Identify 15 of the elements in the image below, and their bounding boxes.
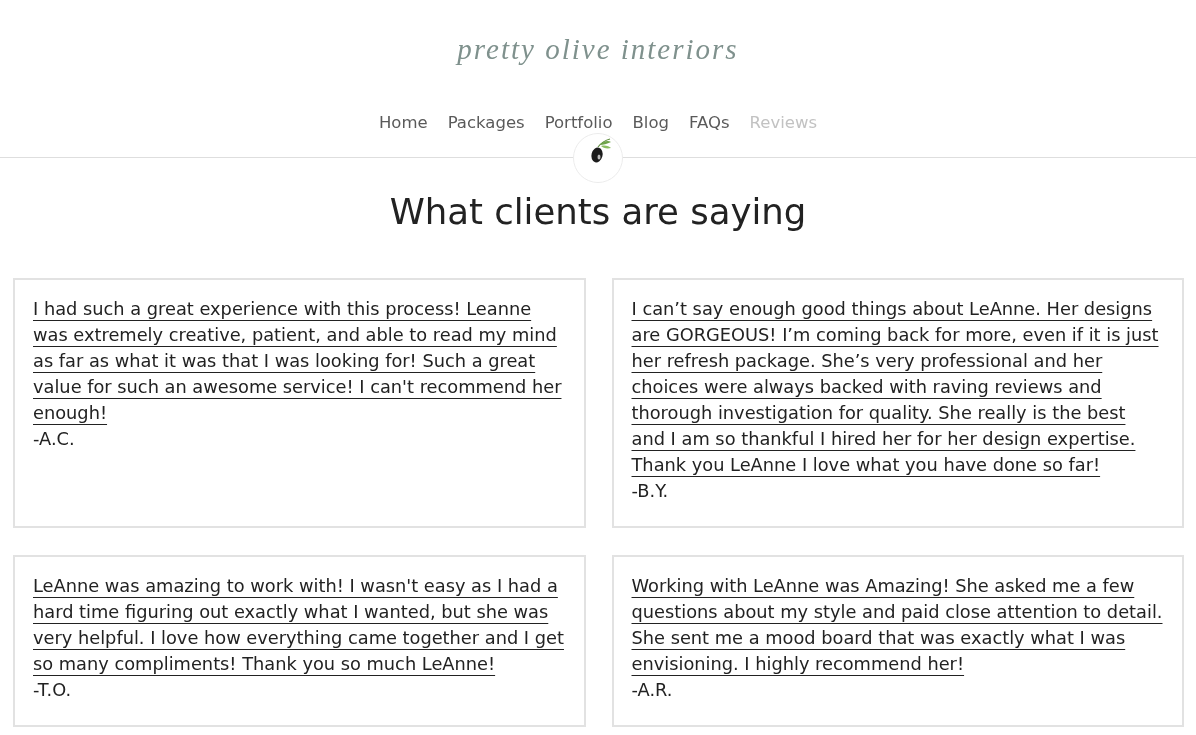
review-author: -T.O. — [33, 679, 72, 700]
review-author: -B.Y. — [631, 480, 669, 501]
nav-link[interactable]: Blog — [632, 113, 670, 133]
nav-link[interactable]: Packages — [447, 113, 525, 133]
review-author: -A.R. — [631, 679, 673, 700]
olive-icon — [573, 133, 623, 183]
nav-link[interactable]: Portfolio — [544, 113, 613, 133]
review-quote-link[interactable]: Working with LeAnne was Amazing! She asked me a few questions about my style and paid close attention to detail. She sent me a mood board that was exactly what I was envisioning. I highly recommend her! — [631, 573, 1163, 677]
review-quote-link[interactable]: I can’t say enough good things about LeAnne. Her designs are GORGEOUS! I’m coming back for more, even if it is just her refresh package. She’s very professional and her choices were always backed with raving reviews and thorough investigation for quality. She really is the best and I am so thankful I hired her for her design expertise. Thank you LeAnne I love what you have done so far! — [631, 296, 1163, 478]
review-author: -A.C. — [33, 428, 75, 449]
page-heading: What clients are saying — [389, 191, 807, 232]
nav-link[interactable]: FAQs — [689, 113, 730, 133]
review-quote-link[interactable]: LeAnne was amazing to work with! I wasn't easy as I had a hard time figuring out exactly what I wanted, but she was very helpful. I love how everything came together and I get so many compliments! Thank you so much LeAnne! — [33, 573, 565, 677]
nav-link[interactable]: Home — [378, 113, 428, 133]
review-quote-link[interactable]: I had such a great experience with this process! Leanne was extremely creative, patient, and able to read my mind as far as what it was that I was looking for! Such a great value for such an awesome service! I can't recommend her enough! — [33, 296, 565, 426]
